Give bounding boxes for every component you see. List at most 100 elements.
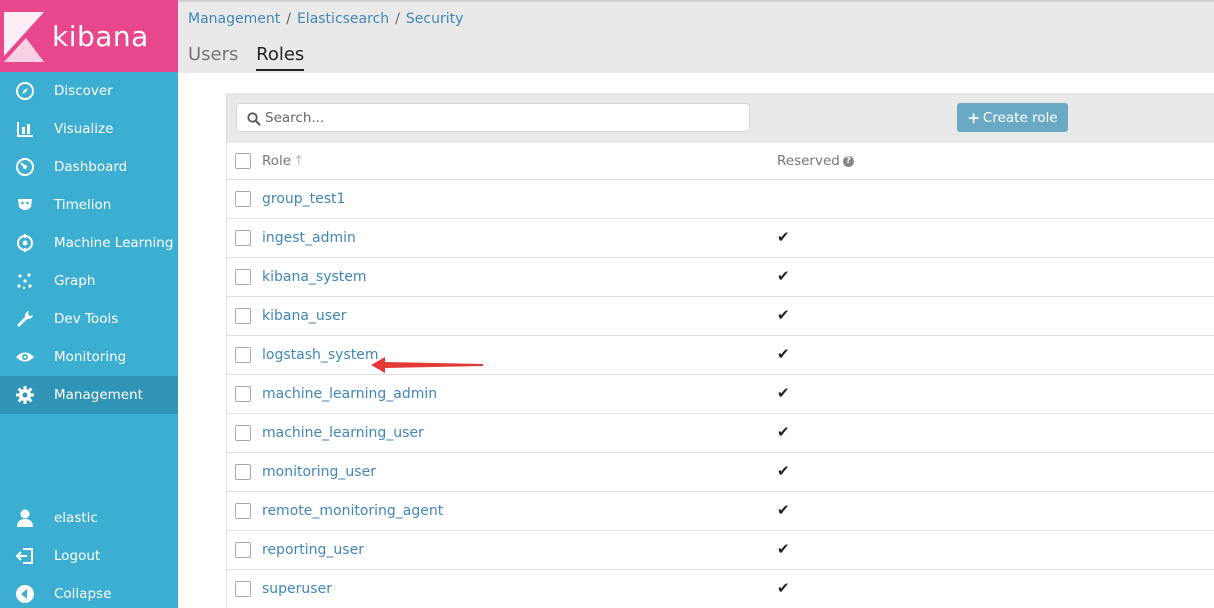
sidebar-item-discover[interactable]: Discover (0, 72, 178, 110)
reserved-check-icon: ✔ (777, 306, 790, 324)
compass-icon (14, 80, 36, 102)
sidebar-item-user[interactable]: elastic (0, 499, 178, 537)
sidebar-item-label: Dev Tools (54, 311, 119, 327)
user-icon (14, 507, 36, 529)
row-checkbox[interactable] (235, 347, 251, 363)
role-name-link[interactable]: ingest_admin (262, 230, 356, 246)
roles-toolbar: + Create role (227, 93, 1214, 143)
table-row: reporting_user ✔ (227, 531, 1214, 570)
table-row: ingest_admin ✔ (227, 219, 1214, 258)
role-name-link[interactable]: superuser (262, 581, 332, 597)
sidebar-item-visualize[interactable]: Visualize (0, 110, 178, 148)
search-input[interactable] (265, 108, 735, 128)
tab-roles[interactable]: Roles (256, 44, 305, 71)
reserved-check-icon: ✔ (777, 345, 790, 363)
sidebar-item-label: Graph (54, 273, 96, 289)
breadcrumb: Management / Elasticsearch / Security (188, 11, 463, 27)
gear-icon (14, 384, 36, 406)
table-row: monitoring_user ✔ (227, 453, 1214, 492)
create-role-button[interactable]: + Create role (957, 103, 1068, 132)
role-name-link[interactable]: group_test1 (262, 191, 345, 207)
kibana-logo-icon (4, 12, 44, 62)
header: Management / Elasticsearch / Security Users … (178, 0, 1214, 73)
sidebar-item-label: Visualize (54, 121, 114, 137)
sidebar-item-timelion[interactable]: Timelion (0, 186, 178, 224)
table-row: kibana_user ✔ (227, 297, 1214, 336)
reserved-check-icon: ✔ (777, 228, 790, 246)
brand-name: kibana (52, 20, 149, 53)
sidebar-item-dashboard[interactable]: Dashboard (0, 148, 178, 186)
search-box[interactable] (236, 103, 750, 132)
reserved-check-icon: ✔ (777, 462, 790, 480)
select-all-checkbox[interactable] (235, 153, 251, 169)
sidebar-item-label: Timelion (54, 197, 112, 213)
roles-panel: + Create role Role↑ Reserved? group_test… (226, 93, 1214, 608)
wrench-icon (14, 308, 36, 330)
sidebar-item-label: elastic (54, 510, 98, 526)
row-checkbox[interactable] (235, 425, 251, 441)
table-row: kibana_system ✔ (227, 258, 1214, 297)
role-name-link[interactable]: machine_learning_admin (262, 386, 437, 402)
reserved-check-icon: ✔ (777, 267, 790, 285)
collapse-icon (14, 583, 36, 605)
table-row: group_test1 (227, 180, 1214, 219)
breadcrumb-management[interactable]: Management (188, 11, 280, 27)
role-name-link[interactable]: remote_monitoring_agent (262, 503, 443, 519)
sidebar-item-label: Discover (54, 83, 113, 99)
breadcrumb-separator: / (286, 11, 291, 27)
table-row: superuser ✔ (227, 570, 1214, 608)
sidebar-item-label: Collapse (54, 586, 112, 602)
sidebar-item-management[interactable]: Management (0, 376, 178, 414)
graph-icon (14, 270, 36, 292)
reserved-column-header: Reserved? (777, 153, 854, 169)
row-checkbox[interactable] (235, 542, 251, 558)
role-column-header[interactable]: Role ↑ (262, 153, 304, 169)
reserved-check-icon: ✔ (777, 540, 790, 558)
reserved-check-icon: ✔ (777, 384, 790, 402)
bar-chart-icon (14, 118, 36, 140)
search-icon (247, 111, 261, 130)
row-checkbox[interactable] (235, 464, 251, 480)
row-checkbox[interactable] (235, 503, 251, 519)
sidebar-item-dev-tools[interactable]: Dev Tools (0, 300, 178, 338)
role-name-link[interactable]: logstash_system (262, 347, 378, 363)
row-checkbox[interactable] (235, 308, 251, 324)
role-name-link[interactable]: machine_learning_user (262, 425, 424, 441)
machine-learning-icon (14, 232, 36, 254)
table-row: machine_learning_admin ✔ (227, 375, 1214, 414)
row-checkbox[interactable] (235, 581, 251, 597)
reserved-check-icon: ✔ (777, 501, 790, 519)
breadcrumb-elasticsearch[interactable]: Elasticsearch (297, 11, 389, 27)
role-name-link[interactable]: monitoring_user (262, 464, 376, 480)
sidebar-item-label: Machine Learning (54, 235, 174, 251)
sidebar-item-label: Dashboard (54, 159, 128, 175)
sidebar: kibana Discover Visualize Dashboard Time… (0, 0, 178, 608)
tabs: Users Roles (188, 44, 316, 71)
row-checkbox[interactable] (235, 191, 251, 207)
timelion-icon (14, 194, 36, 216)
eye-icon (14, 346, 36, 368)
sidebar-item-logout[interactable]: Logout (0, 537, 178, 575)
plus-icon: + (967, 108, 980, 127)
row-checkbox[interactable] (235, 230, 251, 246)
reserved-check-icon: ✔ (777, 579, 790, 597)
table-row: machine_learning_user ✔ (227, 414, 1214, 453)
row-checkbox[interactable] (235, 386, 251, 402)
dashboard-icon (14, 156, 36, 178)
tab-users[interactable]: Users (188, 44, 238, 69)
role-name-link[interactable]: reporting_user (262, 542, 364, 558)
sidebar-item-monitoring[interactable]: Monitoring (0, 338, 178, 376)
logout-icon (14, 545, 36, 567)
row-checkbox[interactable] (235, 269, 251, 285)
sidebar-item-label: Management (54, 387, 143, 403)
sidebar-item-graph[interactable]: Graph (0, 262, 178, 300)
sidebar-item-machine-learning[interactable]: Machine Learning (0, 224, 178, 262)
create-role-label: Create role (982, 109, 1058, 126)
help-icon[interactable]: ? (842, 155, 854, 167)
sidebar-item-label: Monitoring (54, 349, 127, 365)
sidebar-item-collapse[interactable]: Collapse (0, 575, 178, 608)
role-name-link[interactable]: kibana_user (262, 308, 346, 324)
role-name-link[interactable]: kibana_system (262, 269, 367, 285)
breadcrumb-security[interactable]: Security (406, 11, 464, 27)
kibana-logo[interactable]: kibana (0, 0, 178, 72)
